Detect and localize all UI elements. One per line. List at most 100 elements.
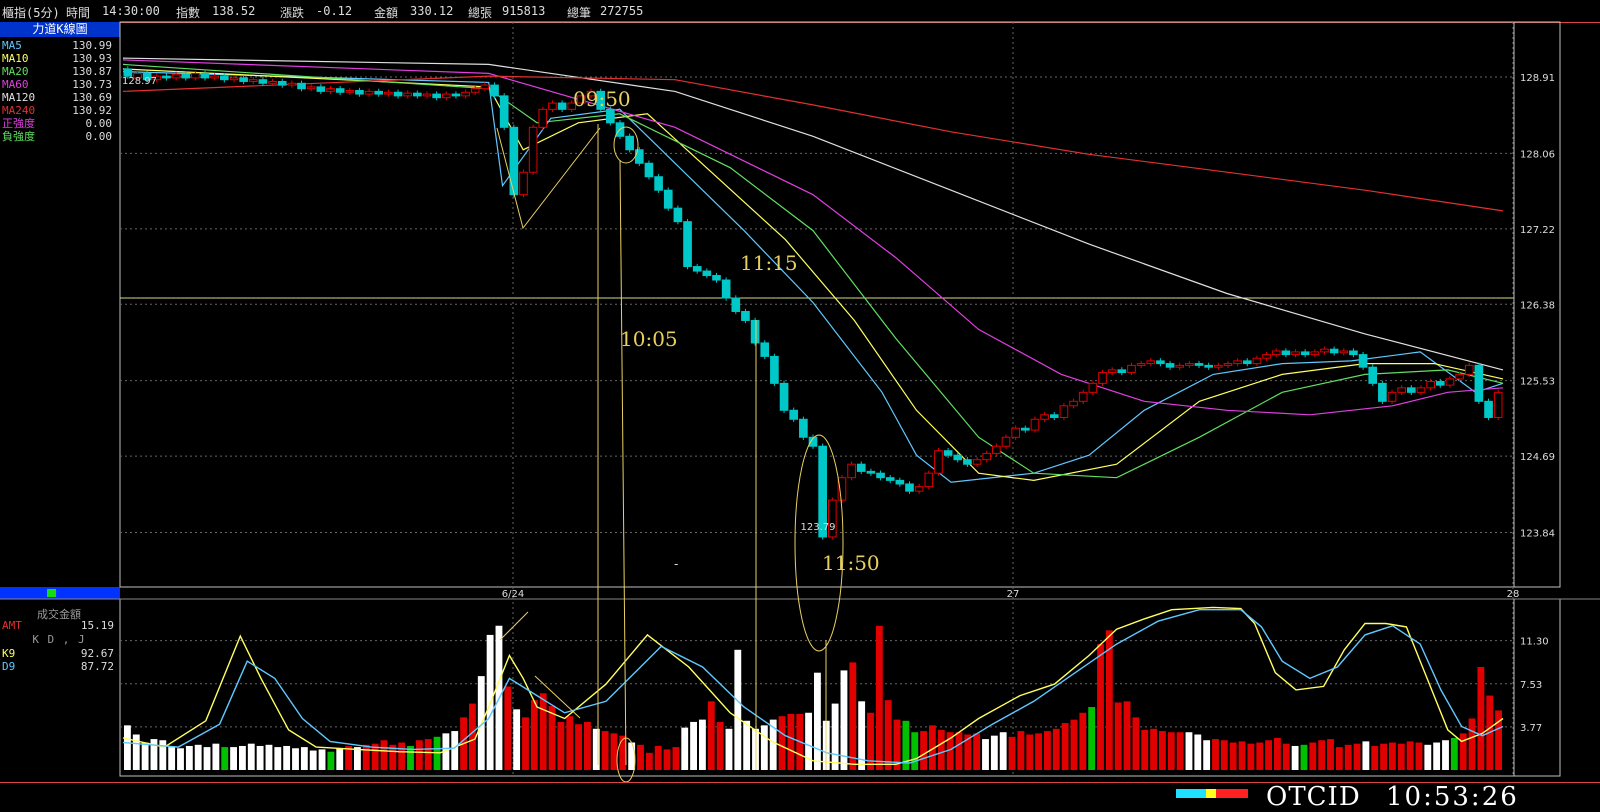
volume-bar	[1397, 743, 1405, 770]
volume-bar	[548, 705, 556, 770]
volume-bar	[230, 747, 237, 770]
volume-bar	[1017, 731, 1025, 770]
candle-body	[1020, 427, 1030, 431]
candle-body	[1320, 348, 1329, 353]
volume-bar	[805, 712, 812, 770]
candle-body	[191, 72, 200, 79]
volume-bar	[504, 686, 512, 770]
candle-body	[876, 472, 885, 479]
volume-bar	[292, 748, 299, 770]
candle-body	[229, 77, 239, 81]
volume-bar	[354, 747, 361, 770]
volume-bar	[1477, 666, 1485, 770]
volume-bar	[1265, 740, 1272, 770]
volume-bar	[1291, 745, 1299, 770]
volume-bar	[707, 701, 715, 770]
candle-body	[393, 91, 403, 97]
volume-bar	[814, 672, 821, 770]
candle-body	[287, 82, 297, 86]
candle-body	[384, 91, 393, 95]
candle-body	[499, 95, 509, 128]
volume-bar	[300, 747, 308, 770]
candle-body	[963, 459, 972, 465]
candle-body	[1474, 364, 1484, 402]
candle-body	[1416, 387, 1426, 393]
candle-body	[1445, 378, 1455, 386]
candle-body	[1165, 363, 1175, 368]
candle-body	[1426, 381, 1435, 389]
ma-line-ma5	[122, 71, 1504, 483]
volume-bar	[645, 752, 653, 770]
candle-body	[335, 88, 345, 93]
candle-body	[885, 477, 895, 481]
volume-bar	[1318, 740, 1326, 770]
candle-body	[789, 409, 799, 420]
candle-body	[1107, 369, 1117, 374]
candle-body	[297, 82, 306, 90]
candle-body	[760, 342, 770, 357]
candle-body	[1368, 366, 1378, 384]
volume-bar	[221, 747, 229, 770]
volume-bar	[1406, 741, 1414, 770]
volume-bar	[168, 747, 176, 770]
volume-bar	[1335, 747, 1343, 770]
volume-bar	[1327, 739, 1334, 770]
volume-bar	[539, 693, 547, 770]
volume-bar	[734, 649, 742, 770]
volume-bar	[699, 719, 706, 770]
volume-bar	[716, 721, 724, 770]
volume-bar	[760, 725, 768, 770]
candle-body	[1310, 351, 1320, 356]
volume-bar	[849, 662, 857, 770]
candle-body	[1262, 354, 1271, 359]
volume-bar	[1123, 701, 1131, 770]
volume-bar	[1415, 742, 1423, 770]
volume-bar	[451, 731, 459, 770]
candle-body	[1349, 350, 1358, 356]
candle-body	[1484, 400, 1493, 418]
candle-body	[905, 483, 914, 492]
candle-body	[345, 89, 355, 93]
candle-body	[606, 108, 615, 124]
volume-bar	[530, 700, 538, 770]
candle-body	[490, 84, 499, 97]
candle-body	[1406, 387, 1416, 393]
volume-bar	[141, 742, 149, 770]
candle-body	[1242, 360, 1252, 365]
candle-body	[992, 445, 1001, 454]
volume-bar	[1389, 742, 1396, 770]
volume-bar	[159, 740, 167, 770]
volume-bar	[601, 731, 609, 770]
volume-bar	[557, 721, 565, 770]
ma-line-ma60	[122, 59, 1504, 416]
candle-body	[779, 382, 789, 411]
annotation-0950: 09:50	[573, 87, 631, 111]
candle-body	[750, 319, 760, 344]
volume-bar	[247, 743, 255, 770]
volume-bar	[690, 721, 697, 770]
candle-body	[1078, 391, 1088, 402]
candle-body	[326, 88, 335, 92]
candle-body	[1011, 427, 1020, 438]
volume-bar	[177, 748, 184, 770]
candle-body	[557, 102, 567, 110]
candle-body	[403, 92, 413, 97]
candle-body	[924, 472, 934, 488]
candle-body	[1059, 405, 1069, 418]
chart-canvas[interactable]: 128.97 09:50 10:05 11:15 11:50 123.79 - 128.91…	[0, 0, 1600, 782]
annotation-slash	[499, 611, 529, 641]
volume-bar	[1300, 744, 1308, 770]
candle-body	[895, 479, 905, 485]
volume-bar	[1097, 644, 1104, 770]
volume-bar	[1353, 743, 1361, 770]
candle-body	[663, 189, 673, 209]
volume-bar	[592, 728, 600, 770]
volume-bar	[1052, 728, 1060, 770]
volume-bar	[990, 735, 998, 770]
candle-body	[866, 470, 876, 474]
volume-bar	[124, 725, 131, 770]
candle-body	[1213, 364, 1223, 368]
candle-body	[673, 207, 683, 223]
candle-body	[654, 176, 663, 191]
candle-body	[799, 418, 808, 438]
